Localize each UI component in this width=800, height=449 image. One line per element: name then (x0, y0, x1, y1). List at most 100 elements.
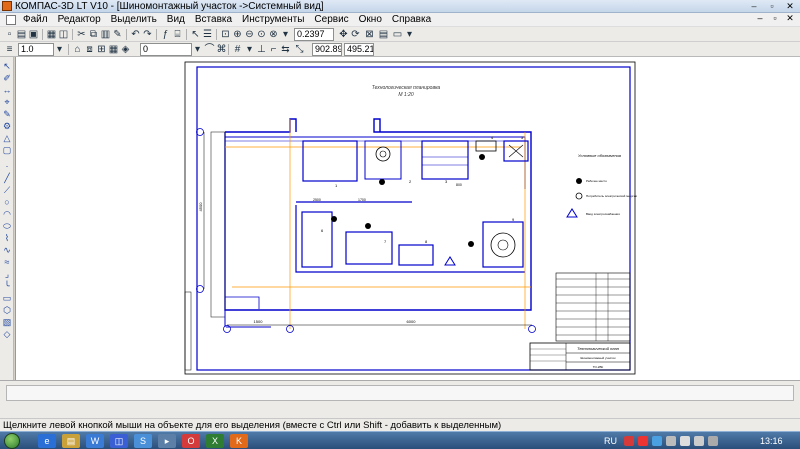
help-pointer-icon[interactable]: ↖ (190, 29, 201, 40)
save-icon[interactable]: ▣ (28, 29, 39, 40)
minimize-button[interactable]: – (746, 0, 762, 12)
refresh-icon[interactable]: ⟳ (350, 29, 361, 40)
grid-dropdown-icon[interactable]: ▾ (244, 44, 255, 55)
chamfer-tool-icon[interactable]: ⌟ (2, 269, 12, 279)
fillet-tool-icon[interactable]: ╰ (2, 281, 12, 291)
new-document-icon[interactable]: ▫ (4, 29, 15, 40)
variables-icon[interactable]: ⌸ (172, 29, 183, 40)
select-tool-icon[interactable]: ↖ (2, 61, 12, 71)
pan-icon[interactable]: ✥ (338, 29, 349, 40)
explorer-taskbar-icon[interactable]: ▤ (62, 434, 80, 448)
redraw-icon[interactable]: ⊠ (364, 29, 375, 40)
zoom-previous-icon[interactable]: ⊙ (256, 29, 267, 40)
clock[interactable]: 13:16 (760, 436, 783, 446)
geometry-panel-icon[interactable]: ✐ (2, 73, 12, 83)
menu-service[interactable]: Сервис (309, 14, 353, 25)
auxiliary-line-icon[interactable]: ╱ (2, 173, 12, 183)
restore-button[interactable]: ▫ (764, 0, 780, 12)
function-icon[interactable]: ƒ (160, 29, 171, 40)
start-button[interactable] (4, 433, 20, 449)
view-manager-icon[interactable]: ▤ (378, 29, 389, 40)
redo-icon[interactable]: ↷ (142, 29, 153, 40)
cursor-x-field[interactable]: 902.89 (312, 43, 342, 56)
state-plane-icon[interactable]: ◈ (120, 44, 131, 55)
hatch-tool-icon[interactable]: ▧ (2, 317, 12, 327)
menu-editor[interactable]: Редактор (53, 14, 106, 25)
snap-magnet-icon[interactable]: ⌒ (204, 44, 215, 55)
menu-tools[interactable]: Инструменты (237, 14, 309, 25)
polygon-tool-icon[interactable]: ⬡ (2, 305, 12, 315)
line-style-select[interactable]: 1.0 (18, 43, 54, 56)
zoom-all-icon[interactable]: ⊗ (268, 29, 279, 40)
print-icon[interactable]: ▦ (46, 29, 57, 40)
properties-icon[interactable]: ☰ (202, 29, 213, 40)
menu-help[interactable]: Справка (387, 14, 436, 25)
menu-select[interactable]: Выделить (106, 14, 162, 25)
kompas-app-icon[interactable] (2, 1, 12, 11)
selection-panel-icon[interactable]: ▢ (2, 145, 12, 155)
grid-icon[interactable]: # (232, 44, 243, 55)
edit-panel-icon[interactable]: ✎ (2, 109, 12, 119)
arc-tool-icon[interactable]: ◠ (2, 209, 12, 219)
layer-select[interactable]: 0 (140, 43, 192, 56)
preview-icon[interactable]: ◫ (58, 29, 69, 40)
zoom-dropdown-arrow-icon[interactable]: ▾ (280, 29, 291, 40)
snap-settings-icon[interactable]: ⌘ (216, 44, 227, 55)
excel-taskbar-icon[interactable]: X (206, 434, 224, 448)
open-icon[interactable]: ▤ (16, 29, 27, 40)
state-view-icon[interactable]: ⌂ (72, 44, 83, 55)
kompas-taskbar-icon[interactable]: K (230, 434, 248, 448)
menu-insert[interactable]: Вставка (190, 14, 237, 25)
layer-dropdown-icon[interactable]: ▾ (192, 44, 203, 55)
menu-file[interactable]: Файл (18, 14, 53, 25)
cut-icon[interactable]: ✂ (76, 29, 87, 40)
media-taskbar-icon[interactable]: ▸ (158, 434, 176, 448)
display-dropdown-arrow-icon[interactable]: ▾ (404, 29, 415, 40)
menu-view[interactable]: Вид (162, 14, 190, 25)
polyline-tool-icon[interactable]: ⌇ (2, 233, 12, 243)
zoom-out-icon[interactable]: ⊖ (244, 29, 255, 40)
format-painter-icon[interactable]: ✎ (112, 29, 123, 40)
segment-tool-icon[interactable]: ⟋ (2, 185, 12, 195)
doc-minimize-button[interactable]: – (754, 13, 766, 24)
rectangle-tool-icon[interactable]: ▭ (2, 293, 12, 303)
state-grid-icon[interactable]: ⊞ (96, 44, 107, 55)
flag-tray-icon[interactable] (666, 436, 676, 446)
local-cs-icon[interactable]: ⊥ (256, 44, 267, 55)
zoom-scale-field[interactable]: 0.2397 (294, 28, 334, 41)
line-style-icon[interactable]: ≡ (4, 44, 15, 55)
doc-restore-button[interactable]: ▫ (769, 13, 781, 24)
opera-tray-icon[interactable] (624, 436, 634, 446)
circle-tool-icon[interactable]: ○ (2, 197, 12, 207)
line-style-dropdown-icon[interactable]: ▾ (54, 44, 65, 55)
cursor-y-field[interactable]: 495.213 (344, 43, 374, 56)
state-sheet-icon[interactable]: ▦ (108, 44, 119, 55)
property-panel-content[interactable] (6, 385, 794, 401)
menu-window[interactable]: Окно (354, 14, 387, 25)
doc-close-button[interactable]: ✕ (784, 13, 796, 24)
ortho-mode-icon[interactable]: ⌐ (268, 44, 279, 55)
ie-taskbar-icon[interactable]: e (38, 434, 56, 448)
drawing-workspace[interactable]: Технологическая планировка М 1:20 1 2 3 … (15, 57, 800, 380)
network-tray-icon[interactable] (680, 436, 690, 446)
copy-icon[interactable]: ⧉ (88, 29, 99, 40)
nurbs-tool-icon[interactable]: ≈ (2, 257, 12, 267)
drawing-canvas[interactable]: Технологическая планировка М 1:20 1 2 3 … (16, 57, 800, 380)
close-button[interactable]: ✕ (782, 0, 798, 12)
symbols-panel-icon[interactable]: ⌖ (2, 97, 12, 107)
opera-taskbar-icon[interactable]: O (182, 434, 200, 448)
parametrization-panel-icon[interactable]: ⚙ (2, 121, 12, 131)
skype-taskbar-icon[interactable]: S (134, 434, 152, 448)
volume-tray-icon[interactable] (694, 436, 704, 446)
battery-tray-icon[interactable] (708, 436, 718, 446)
dimensions-panel-icon[interactable]: ↔ (2, 85, 12, 95)
measure-panel-icon[interactable]: △ (2, 133, 12, 143)
skype-tray-icon[interactable] (652, 436, 662, 446)
app-taskbar-icon[interactable]: ◫ (110, 434, 128, 448)
zoom-in-icon[interactable]: ⊕ (232, 29, 243, 40)
spline-tool-icon[interactable]: ∿ (2, 245, 12, 255)
state-layer-icon[interactable]: ⧈ (84, 44, 95, 55)
document-icon[interactable] (6, 14, 16, 25)
round-icon[interactable]: ⇆ (280, 44, 291, 55)
language-indicator[interactable]: RU (604, 436, 617, 446)
